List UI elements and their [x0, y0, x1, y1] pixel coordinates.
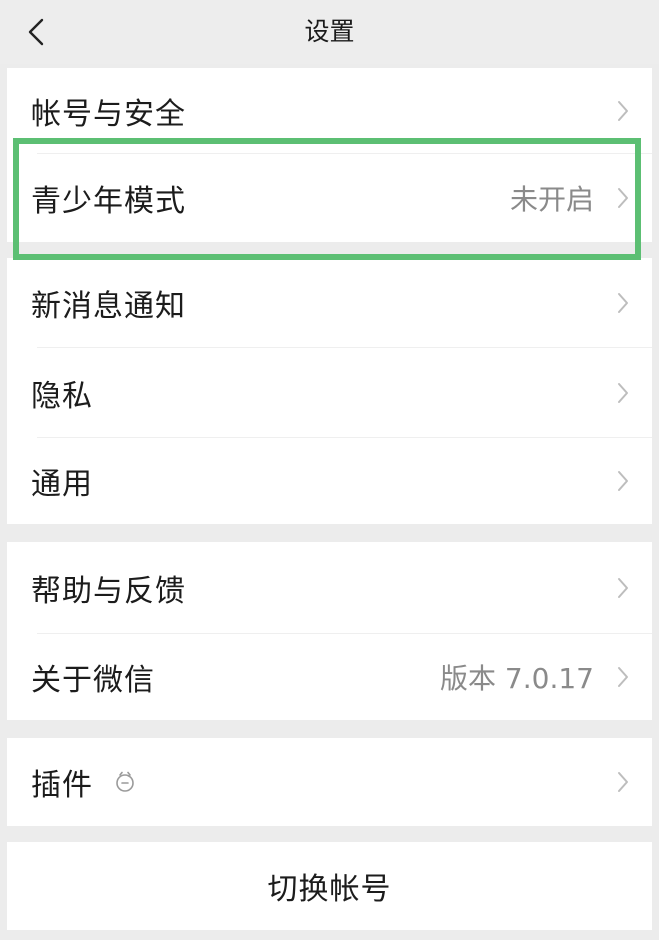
chevron-right-icon [616, 291, 630, 315]
settings-item-label: 青少年模式 [31, 184, 186, 219]
settings-item-label-wrap: 插件 [31, 738, 139, 826]
chevron-left-icon [28, 18, 44, 46]
teen-mode-status: 未开启 [509, 183, 594, 216]
plugin-icon [111, 768, 139, 796]
settings-item-teen-mode[interactable]: 青少年模式 未开启 [7, 154, 652, 242]
page-title: 设置 [304, 17, 355, 46]
nav-bar: 设置 [0, 0, 659, 64]
switch-account-button[interactable]: 切换帐号 [7, 842, 652, 930]
settings-item-label: 通用 [31, 467, 93, 502]
settings-item-about[interactable]: 关于微信 版本 7.0.17 [7, 634, 652, 720]
switch-account-label: 切换帐号 [267, 872, 392, 907]
version-label: 版本 7.0.17 [440, 662, 594, 695]
chevron-right-icon [616, 576, 630, 600]
chevron-right-icon [616, 186, 630, 210]
settings-item-general[interactable]: 通用 [7, 438, 652, 524]
settings-item-privacy[interactable]: 隐私 [7, 348, 652, 438]
settings-screen: 设置 帐号与安全 青少年模式 未开启 新消息通知 隐私 通用 帮助与反馈 关于微… [0, 0, 659, 940]
chevron-right-icon [616, 665, 630, 689]
settings-item-label: 插件 [31, 768, 93, 803]
settings-item-help-feedback[interactable]: 帮助与反馈 [7, 542, 652, 634]
settings-item-label: 帮助与反馈 [31, 574, 186, 609]
settings-item-label: 新消息通知 [31, 289, 186, 324]
chevron-right-icon [616, 770, 630, 794]
settings-item-label: 关于微信 [31, 663, 155, 698]
chevron-right-icon [616, 381, 630, 405]
settings-item-label: 隐私 [31, 379, 93, 414]
chevron-right-icon [616, 99, 630, 123]
chevron-right-icon [616, 469, 630, 493]
settings-item-plugins[interactable]: 插件 [7, 738, 652, 826]
back-button[interactable] [16, 12, 56, 52]
settings-item-account-security[interactable]: 帐号与安全 [7, 68, 652, 154]
settings-item-notifications[interactable]: 新消息通知 [7, 258, 652, 348]
settings-item-label: 帐号与安全 [31, 97, 186, 132]
